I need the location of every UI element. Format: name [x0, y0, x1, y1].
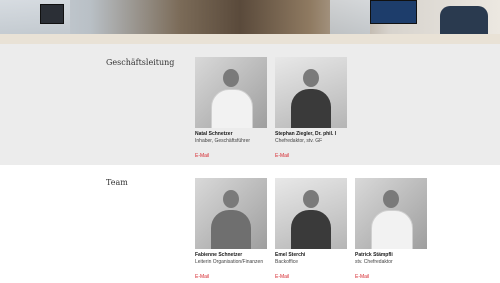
email-link[interactable]: E-Mail: [275, 274, 289, 281]
team-card: Patrick Stämpfli stv. Chefredaktor E-Mai…: [355, 178, 427, 283]
member-name: Fabienne Schnetzer: [195, 252, 243, 258]
email-link[interactable]: E-Mail: [275, 153, 289, 160]
hero-desk: [0, 34, 500, 44]
email-link[interactable]: E-Mail: [195, 274, 209, 281]
member-photo: [275, 57, 347, 128]
member-photo: [195, 57, 267, 128]
team-card: Natal Schnetzer Inhaber, Geschäftsführer…: [195, 57, 267, 162]
team-card: Emel Sterchi Backoffice E-Mail: [275, 178, 347, 283]
member-name: Patrick Stämpfli: [355, 252, 393, 258]
team-card: Fabienne Schnetzer Leiterin Organisation…: [195, 178, 267, 283]
hero-monitor: [370, 0, 417, 24]
member-photo: [355, 178, 427, 249]
member-role: Inhaber, Geschäftsführer: [195, 138, 251, 144]
member-name: Emel Sterchi: [275, 252, 306, 258]
team-card: Stephan Ziegler, Dr. phil. I Chefredakto…: [275, 57, 347, 162]
member-role: stv. Chefredaktor: [355, 259, 393, 265]
hero-office-photo: [0, 0, 500, 44]
hero-monitor: [40, 4, 64, 24]
member-name: Natal Schnetzer: [195, 131, 233, 137]
team-section: Team Fabienne Schnetzer Leiterin Organis…: [0, 165, 500, 281]
member-name: Stephan Ziegler, Dr. phil. I: [275, 131, 337, 137]
leadership-section: Geschäftsleitung Natal Schnetzer Inhaber…: [0, 44, 500, 165]
leadership-title: Geschäftsleitung: [106, 58, 175, 67]
team-title: Team: [106, 178, 128, 187]
email-link[interactable]: E-Mail: [355, 274, 369, 281]
member-role: Leiterin Organisation/Finanzen: [195, 259, 264, 265]
member-photo: [275, 178, 347, 249]
member-photo: [195, 178, 267, 249]
member-role: Backoffice: [275, 259, 298, 265]
member-role: Chefredaktor, stv. GF: [275, 138, 323, 144]
email-link[interactable]: E-Mail: [195, 153, 209, 160]
